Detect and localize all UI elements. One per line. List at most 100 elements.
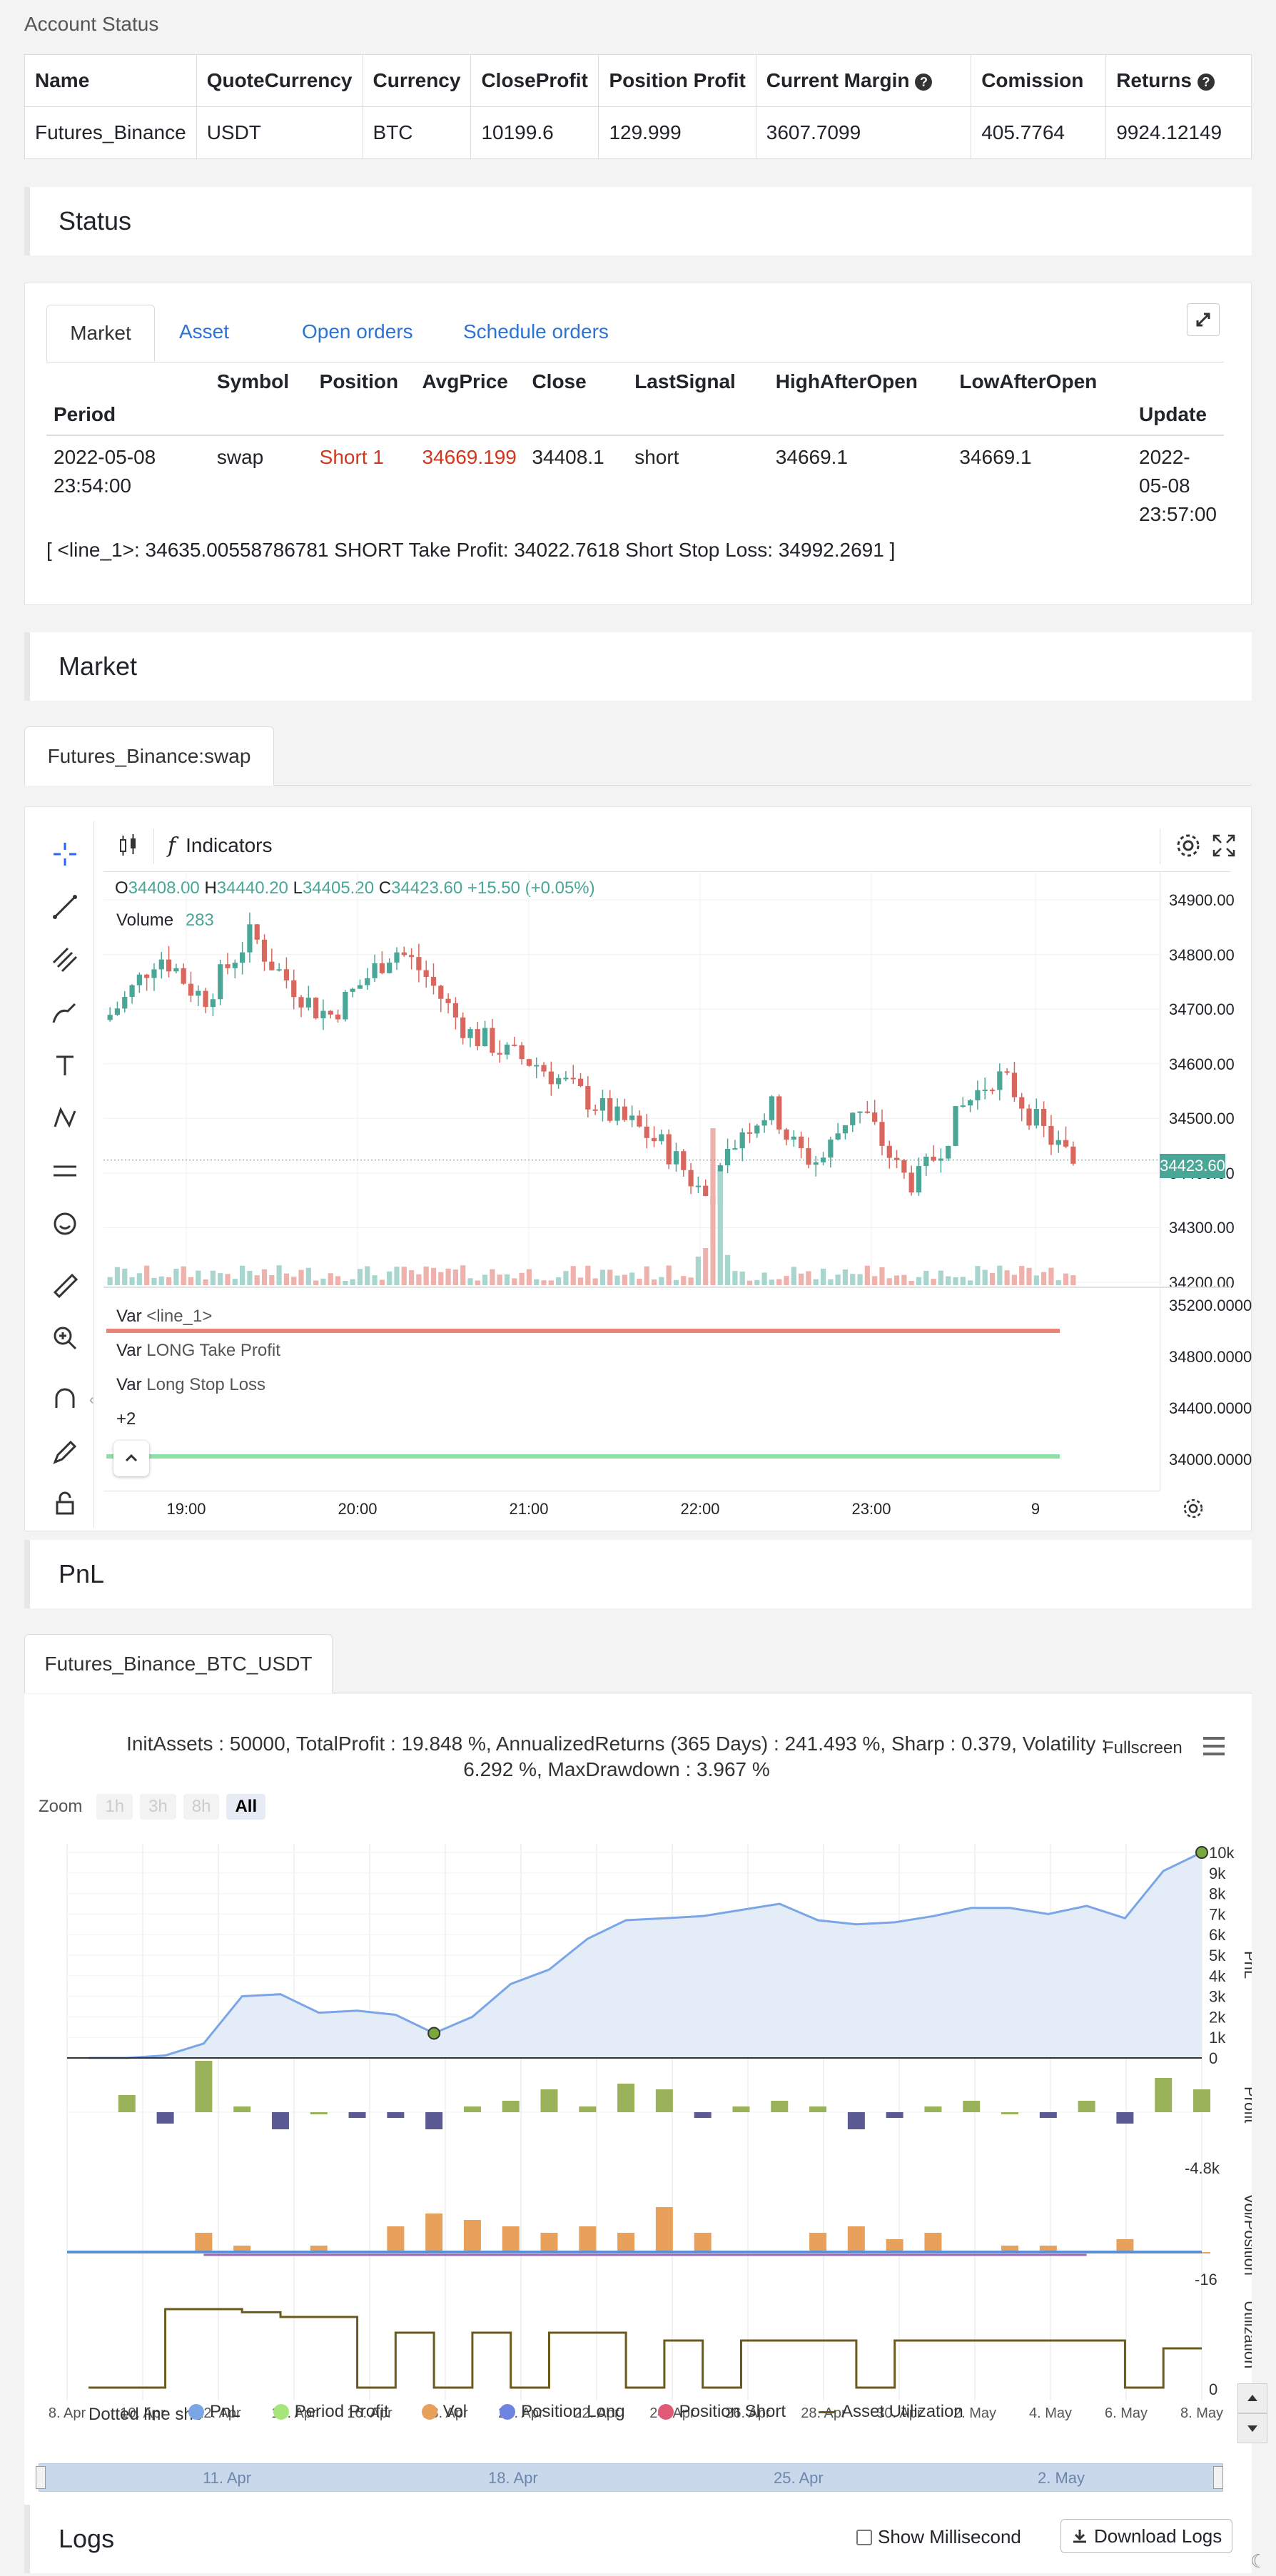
volume-bar — [637, 1278, 642, 1285]
scroll-down-button[interactable] — [1237, 2413, 1267, 2443]
indicators-button[interactable]: f Indicators — [168, 831, 273, 860]
zoom-1h-button[interactable]: 1h — [96, 1794, 133, 1820]
scroll-up-button[interactable] — [1237, 2383, 1267, 2413]
fullscreen-label[interactable]: Fullscreen — [1103, 1738, 1183, 1758]
axis-settings-button[interactable] — [1181, 1496, 1205, 1524]
pnl-summary: InitAssets : 50000, TotalProfit : 19.848… — [24, 1731, 1209, 1783]
candle-body — [791, 1136, 796, 1140]
trendline-tool[interactable] — [44, 886, 86, 928]
pnl-chart[interactable]: 10k 9k 8k 7k 6k 5k 4k 3k 2k 1k 0 PnL -4.8k Profit -16 V… — [24, 1844, 1252, 2429]
tab-futures-swap[interactable]: Futures_Binance:swap — [24, 726, 274, 786]
chart-type-button[interactable] — [113, 831, 142, 860]
legend-dot — [188, 2404, 204, 2420]
legend-dot — [273, 2404, 289, 2420]
help-icon[interactable]: ? — [1197, 73, 1215, 91]
candlestick-chart[interactable] — [103, 871, 1160, 1285]
profit-bar — [655, 2089, 673, 2112]
theme-toggle[interactable]: ☾ — [1250, 2550, 1267, 2572]
volume-bar — [681, 1276, 687, 1285]
candle-body — [452, 1003, 458, 1018]
millisecond-toggle[interactable]: Show Millisecond — [856, 2526, 1021, 2548]
lock-tool[interactable] — [44, 1482, 86, 1525]
indicator-chart[interactable] — [103, 1288, 1160, 1491]
pattern-tool[interactable] — [44, 1097, 86, 1140]
legend-item[interactable]: Position Short — [657, 2402, 786, 2422]
tab-asset[interactable]: Asset — [179, 320, 229, 343]
col-quote: QuoteCurrency — [196, 54, 363, 107]
lock-drawing-tool[interactable] — [44, 1431, 86, 1474]
account-header-row: Name QuoteCurrency Currency CloseProfit … — [24, 54, 1252, 107]
tab-open-orders[interactable]: Open orders — [302, 320, 413, 343]
brush-tool[interactable] — [44, 991, 86, 1034]
candle-body — [181, 968, 186, 984]
collapse-toolbar-handle[interactable]: ‹ — [89, 1392, 94, 1409]
expand-button[interactable] — [1187, 303, 1220, 336]
fullscreen-button[interactable] — [1210, 831, 1238, 863]
candle-body — [350, 988, 355, 992]
time-tick: 9 — [1031, 1500, 1040, 1518]
volume-bar — [607, 1269, 613, 1285]
candle-body — [445, 998, 451, 1003]
legend-item[interactable]: Period Profit — [273, 2402, 389, 2422]
profit-bar — [617, 2084, 635, 2112]
time-tick: 23:00 — [851, 1500, 891, 1518]
zoom-all-button[interactable]: All — [226, 1794, 266, 1820]
legend-item[interactable]: Position Long — [500, 2402, 625, 2422]
settings-button[interactable] — [1174, 831, 1202, 863]
emoji-tool[interactable] — [44, 1202, 86, 1245]
chart-menu-button[interactable] — [1202, 1735, 1226, 1760]
profit-bar — [809, 2106, 827, 2112]
volume-bar — [614, 1275, 620, 1285]
candle-body — [357, 985, 363, 989]
zoom-8h-button[interactable]: 8h — [183, 1794, 220, 1820]
text-tool[interactable] — [44, 1044, 86, 1087]
price-axis[interactable]: 34900.00 34800.00 34700.00 34600.00 34500.00… — [1160, 871, 1235, 1292]
profit-bar — [502, 2101, 520, 2112]
volume-bar — [982, 1269, 988, 1285]
legend-item[interactable]: Vol — [421, 2402, 467, 2422]
legend-label: Vol — [442, 2402, 467, 2421]
volume-bar — [791, 1267, 796, 1285]
crosshair-tool[interactable] — [44, 833, 86, 876]
candle-body — [673, 1151, 679, 1165]
volume-bar — [901, 1274, 907, 1285]
pnl-tick: 0 — [1209, 2049, 1217, 2067]
candle-body — [629, 1115, 635, 1120]
fib-tool[interactable] — [44, 938, 86, 981]
legend-item[interactable]: Asset Utilization — [819, 2402, 963, 2422]
download-logs-button[interactable]: Download Logs — [1060, 2519, 1233, 2553]
volume-bar — [129, 1277, 135, 1285]
text-icon — [56, 1055, 74, 1075]
pnl-tick: 5k — [1209, 1947, 1226, 1964]
measure-tool[interactable] — [44, 1150, 86, 1192]
col-posprofit: Position Profit — [598, 54, 756, 107]
legend-item[interactable]: PnL — [188, 2402, 240, 2422]
zoom-3h-button[interactable]: 3h — [140, 1794, 176, 1820]
ruler-tool[interactable] — [44, 1264, 86, 1307]
collapse-legend-button[interactable] — [113, 1441, 149, 1476]
checkbox[interactable] — [856, 2529, 872, 2545]
profit-bar — [156, 2112, 174, 2124]
tab-schedule-orders[interactable]: Schedule orders — [463, 320, 609, 343]
candle-body — [408, 955, 415, 958]
candle-body — [703, 1185, 709, 1197]
tab-pnl-symbol[interactable]: Futures_Binance_BTC_USDT — [24, 1634, 333, 1693]
candle-body — [725, 1148, 731, 1166]
volume-bar — [196, 1270, 201, 1285]
candle-body — [688, 1170, 694, 1187]
candle-body — [754, 1125, 760, 1134]
time-axis[interactable]: 19:00 20:00 21:00 22:00 23:00 9 — [103, 1491, 1160, 1528]
tab-pnl-symbol-label: Futures_Binance_BTC_USDT — [44, 1652, 313, 1675]
profit-bar — [1001, 2112, 1019, 2114]
tab-market[interactable]: Market — [46, 305, 155, 362]
cell-period: 2022-05-08 23:54:00 — [46, 435, 210, 536]
magnet-tool[interactable] — [44, 1378, 86, 1421]
cell-avgprice: 34669.199 — [422, 446, 517, 468]
zoom-tool[interactable] — [44, 1317, 86, 1359]
help-icon[interactable]: ? — [915, 73, 933, 91]
time-tick: 21:00 — [509, 1500, 549, 1518]
pnl-tick: 9k — [1209, 1865, 1226, 1882]
candle-body — [732, 1148, 738, 1150]
candle-body — [997, 1071, 1003, 1090]
volume-bar — [828, 1279, 834, 1285]
